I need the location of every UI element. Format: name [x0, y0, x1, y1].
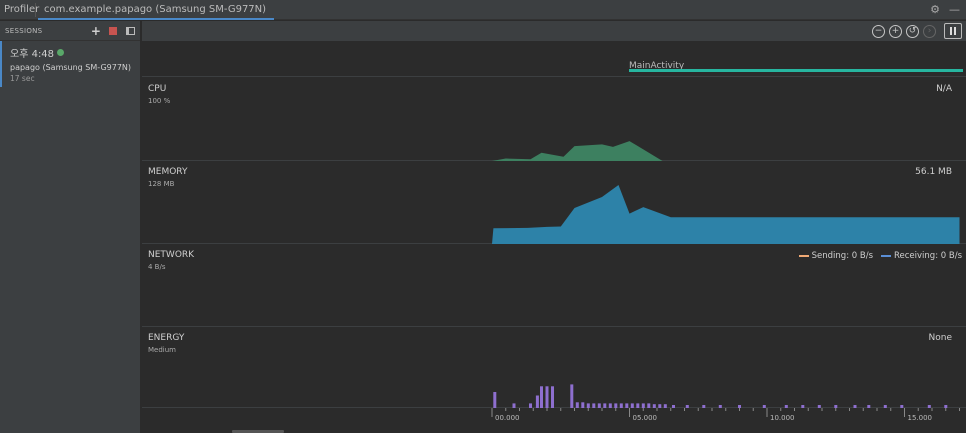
session-duration: 17 sec: [10, 74, 35, 83]
live-status-dot: [57, 49, 65, 56]
cpu-chart: [492, 141, 663, 161]
axis-tick-label: 10.000: [770, 414, 795, 422]
axis-tick-label: 15.000: [907, 414, 933, 422]
zoom-out-icon[interactable]: −: [872, 24, 885, 38]
stop-session-button[interactable]: [106, 24, 120, 38]
tab-session[interactable]: com.example.papago (Samsung SM-G977N): [38, 0, 275, 20]
reset-zoom-icon[interactable]: ↺: [906, 24, 919, 38]
network-scale: 4 B/s: [148, 263, 166, 271]
timeline-toolbar: − + ↺ ›: [142, 21, 966, 41]
sending-label: Sending: 0 B/s: [811, 251, 873, 261]
activity-bar[interactable]: [629, 69, 963, 72]
window-controls: ⚙ —: [930, 3, 960, 16]
energy-bar: [493, 392, 497, 408]
memory-monitor[interactable]: MEMORY 128 MB 56.1 MB: [142, 161, 966, 244]
sending-swatch: [798, 254, 809, 257]
energy-value: None: [928, 333, 952, 343]
memory-title: MEMORY: [148, 167, 188, 177]
tab-bar: Profiler com.example.papago (Samsung SM-…: [0, 0, 966, 20]
tab-profiler[interactable]: Profiler: [4, 4, 39, 15]
network-legend: Sending: 0 B/s Receiving: 0 B/s: [798, 251, 962, 261]
panel-icon: [125, 26, 135, 35]
receiving-swatch: [881, 254, 891, 257]
cpu-scale: 100 %: [148, 97, 171, 105]
minimize-icon[interactable]: —: [949, 3, 960, 16]
memory-value: 56.1 MB: [915, 167, 952, 177]
plus-icon: +: [90, 23, 102, 38]
cpu-title: CPU: [148, 84, 167, 94]
monitors-area: MainActivity CPU 100 % N/A MEMORY 128 MB…: [142, 41, 966, 433]
gear-icon[interactable]: ⚙: [930, 3, 940, 16]
energy-scale: Medium: [148, 346, 176, 354]
axis-tick-label: 00.000: [495, 414, 520, 422]
tab-divider: [35, 3, 36, 17]
axis-tick-label: 05.000: [632, 414, 658, 422]
network-title: NETWORK: [148, 250, 195, 260]
session-time: 오후 4:48: [10, 49, 55, 60]
receiving-label: Receiving: 0 B/s: [894, 251, 962, 261]
memory-scale: 128 MB: [148, 180, 175, 188]
zoom-in-icon[interactable]: +: [889, 24, 902, 38]
cpu-area: [492, 141, 663, 161]
energy-title: ENERGY: [148, 333, 185, 343]
stop-icon: [109, 26, 117, 35]
energy-bar: [540, 386, 543, 408]
toggle-panel-button[interactable]: [123, 24, 137, 38]
energy-bar: [570, 384, 574, 408]
energy-bar: [545, 386, 549, 408]
jump-to-live-icon[interactable]: ›: [923, 24, 936, 38]
sessions-panel: SESSIONS + 오후 4:48 papago (Samsung SM-G9…: [0, 21, 141, 433]
session-item[interactable]: 오후 4:48 papago (Samsung SM-G977N) 17 sec: [0, 41, 140, 87]
sessions-header: SESSIONS +: [0, 21, 140, 41]
pause-icon: [950, 27, 952, 35]
energy-chart: [493, 384, 948, 408]
sessions-title: SESSIONS: [5, 26, 43, 35]
cpu-value: N/A: [936, 84, 952, 94]
cpu-monitor[interactable]: CPU 100 % N/A: [142, 78, 966, 161]
energy-bar: [551, 386, 554, 408]
add-session-button[interactable]: +: [89, 24, 103, 38]
pause-button[interactable]: [944, 23, 962, 39]
network-monitor[interactable]: NETWORK 4 B/s Sending: 0 B/s Receiving: …: [142, 244, 966, 327]
activity-strip: MainActivity: [142, 41, 966, 77]
session-device: papago (Samsung SM-G977N): [10, 63, 132, 72]
energy-monitor[interactable]: ENERGY Medium None: [142, 327, 966, 408]
memory-chart: [492, 185, 960, 244]
energy-bar: [535, 395, 539, 408]
memory-area: [492, 185, 960, 244]
